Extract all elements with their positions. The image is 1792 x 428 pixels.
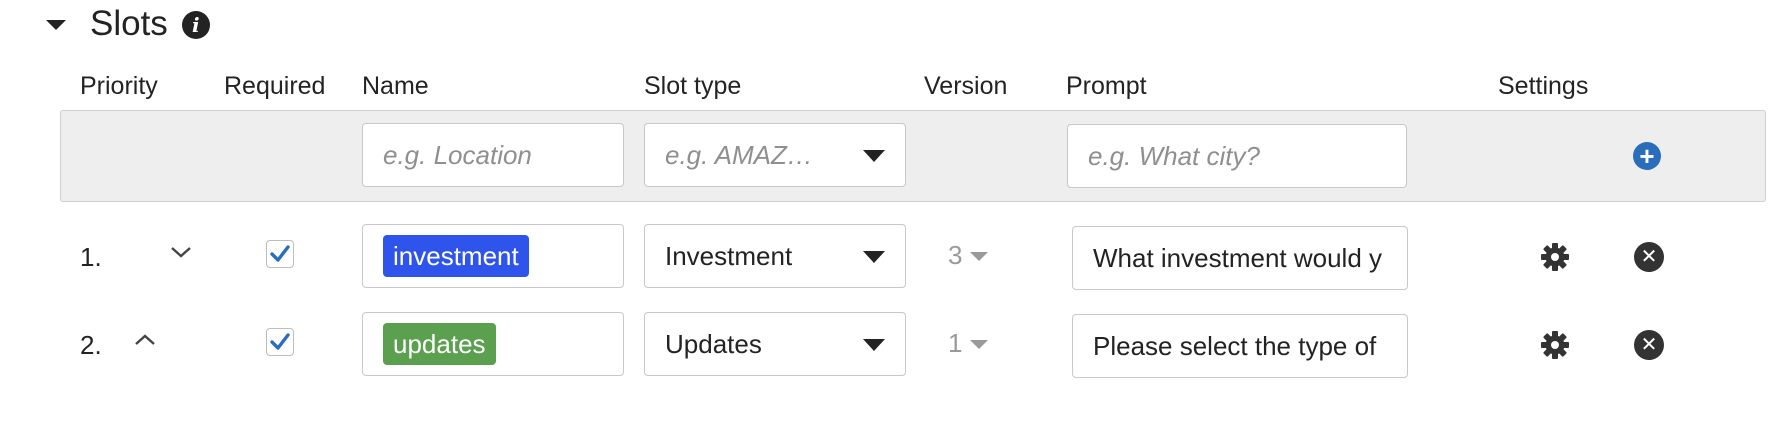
slot-type-placeholder: e.g. AMAZ… — [665, 139, 813, 170]
required-checkbox[interactable] — [266, 328, 294, 356]
dropdown-arrow-icon — [863, 339, 885, 351]
column-header-prompt: Prompt — [1066, 72, 1147, 100]
column-header-settings: Settings — [1498, 72, 1589, 100]
slot-priority-number: 2. — [80, 330, 102, 360]
column-header-version: Version — [924, 72, 1008, 100]
slot-type-select[interactable]: Updates — [644, 312, 906, 376]
chevron-down-icon[interactable] — [170, 244, 192, 265]
caret-down-icon — [970, 340, 989, 349]
slot-name-tag: updates — [383, 323, 496, 365]
new-slot-name-input[interactable]: e.g. Location — [362, 123, 624, 187]
slot-name-field[interactable]: updates — [362, 312, 624, 376]
slot-prompt-value: Please select the type of — [1093, 330, 1377, 361]
slots-section-header[interactable]: Slots i — [46, 4, 210, 44]
new-slot-row — [60, 110, 1766, 202]
dropdown-arrow-icon — [863, 251, 885, 263]
info-icon[interactable]: i — [181, 11, 210, 39]
collapse-caret-icon[interactable] — [46, 20, 66, 30]
column-header-slot-type: Slot type — [644, 72, 742, 100]
name-placeholder: e.g. Location — [383, 139, 532, 170]
chevron-up-icon[interactable] — [134, 332, 156, 353]
dropdown-arrow-icon — [863, 150, 885, 162]
new-slot-type-select[interactable]: e.g. AMAZ… — [644, 123, 906, 187]
column-header-required: Required — [224, 72, 326, 100]
slot-type-select[interactable]: Investment — [644, 224, 906, 288]
column-header-name: Name — [362, 72, 429, 100]
required-checkbox[interactable] — [266, 240, 294, 268]
new-slot-prompt-input[interactable]: e.g. What city? — [1067, 124, 1407, 188]
checkmark-icon — [270, 245, 290, 262]
caret-down-icon — [970, 252, 989, 261]
prompt-placeholder: e.g. What city? — [1088, 140, 1260, 171]
slot-name-tag: investment — [383, 235, 529, 277]
slot-type-value: Updates — [665, 328, 762, 359]
plus-circle-icon[interactable]: + — [1633, 142, 1661, 170]
close-circle-icon[interactable]: ✕ — [1634, 330, 1664, 360]
version-select[interactable]: 3 — [948, 240, 989, 271]
version-value: 3 — [948, 240, 963, 270]
slot-prompt-field[interactable]: What investment would y — [1072, 226, 1408, 290]
gear-icon[interactable] — [1540, 330, 1570, 360]
slot-priority-number: 1. — [80, 242, 102, 272]
section-title: Slots — [90, 4, 168, 43]
version-value: 1 — [948, 328, 963, 358]
slot-name-field[interactable]: investment — [362, 224, 624, 288]
slot-type-value: Investment — [665, 240, 793, 271]
version-select[interactable]: 1 — [948, 328, 989, 359]
slot-prompt-value: What investment would y — [1093, 242, 1383, 273]
close-circle-icon[interactable]: ✕ — [1634, 242, 1664, 272]
gear-icon[interactable] — [1540, 242, 1570, 272]
column-header-priority: Priority — [80, 72, 158, 100]
slot-prompt-field[interactable]: Please select the type of — [1072, 314, 1408, 378]
checkmark-icon — [270, 333, 290, 350]
